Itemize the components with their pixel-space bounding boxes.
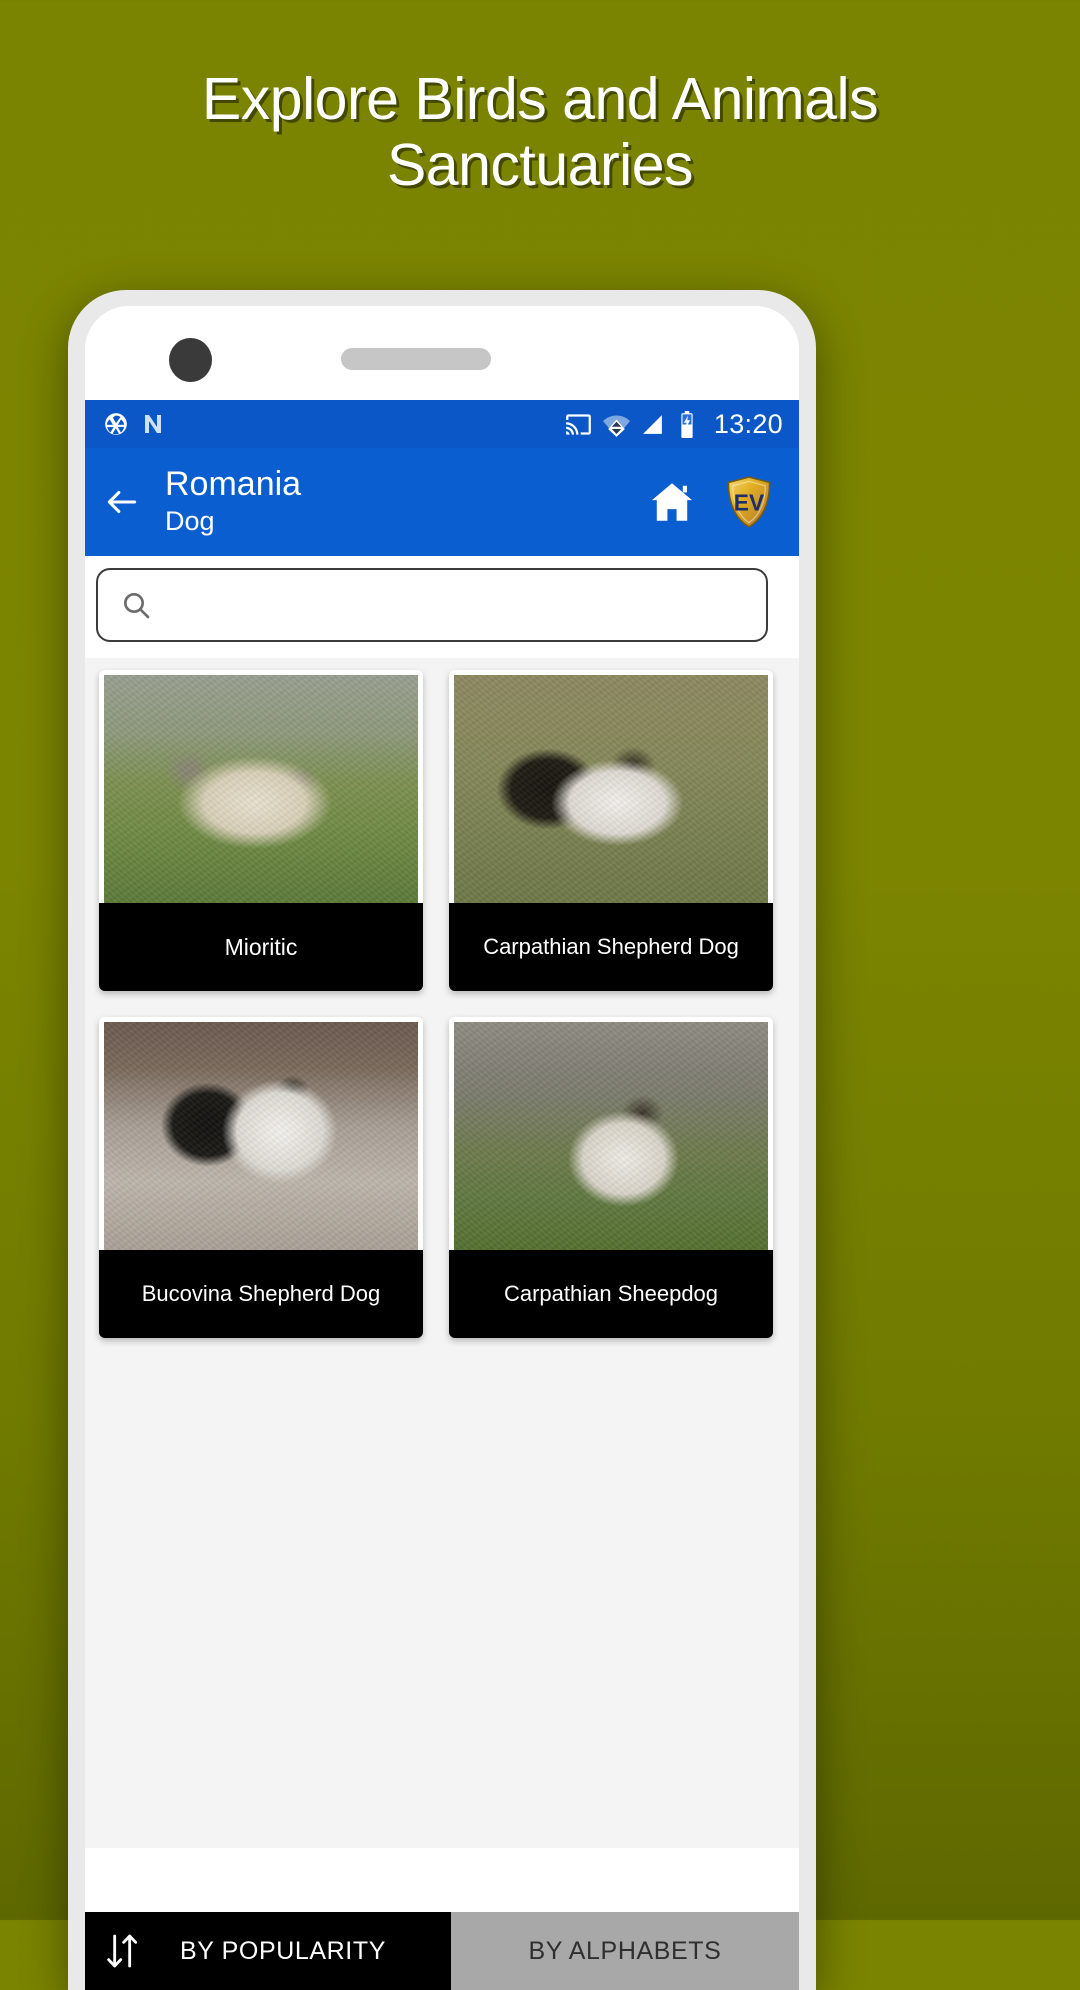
card-photo	[104, 675, 418, 903]
tab-by-alphabets[interactable]: BY ALPHABETS	[451, 1912, 799, 1990]
sort-arrows-icon	[103, 1929, 143, 1973]
app-bar: Romania Dog EV	[85, 448, 799, 556]
status-bar-left-icons	[85, 411, 165, 437]
results-grid: Mioritic Carpathian Shepherd Dog Bucovin…	[85, 658, 799, 1338]
shield-logo-text: EV	[734, 490, 765, 516]
photo-texture	[104, 675, 418, 903]
status-bar-right-icons: 13:20	[565, 409, 799, 440]
battery-charging-icon	[677, 410, 697, 438]
shield-logo-icon[interactable]: EV	[725, 476, 773, 528]
list-item[interactable]: Carpathian Sheepdog	[449, 1017, 773, 1338]
wifi-icon	[602, 411, 630, 438]
card-label: Bucovina Shepherd Dog	[99, 1250, 423, 1338]
list-item[interactable]: Carpathian Shepherd Dog	[449, 670, 773, 991]
search-input[interactable]	[166, 589, 730, 621]
status-bar-clock: 13:20	[713, 408, 783, 439]
headline-line-2: Sanctuaries	[386, 132, 694, 199]
phone-mockup: 13:20 Romania Dog EV Mioritic Carpathian…	[68, 290, 816, 1990]
phone-top-bezel	[85, 306, 799, 400]
back-button[interactable]	[85, 483, 159, 521]
nfc-icon	[141, 412, 165, 436]
results-grid-container: Mioritic Carpathian Shepherd Dog Bucovin…	[85, 658, 799, 1848]
front-camera-icon	[169, 338, 212, 382]
list-item[interactable]: Bucovina Shepherd Dog	[99, 1017, 423, 1338]
app-bar-actions: EV	[647, 476, 799, 528]
page-title: Explore Birds and Animals Sanctuaries	[0, 66, 1080, 198]
signal-icon	[641, 412, 666, 437]
tab-by-popularity[interactable]: BY POPULARITY	[85, 1912, 451, 1990]
earpiece-speaker	[341, 348, 491, 370]
search-box[interactable]	[96, 568, 768, 642]
app-bar-title: Romania	[165, 464, 302, 503]
card-label: Carpathian Sheepdog	[449, 1250, 773, 1338]
card-label: Mioritic	[99, 903, 423, 991]
search-icon	[120, 589, 152, 621]
app-bar-titles: Romania Dog	[165, 466, 301, 539]
app-bar-subtitle: Dog	[165, 505, 215, 536]
status-bar: 13:20	[85, 400, 799, 448]
tab-by-popularity-label: BY POPULARITY	[179, 1936, 387, 1965]
card-photo	[454, 675, 768, 903]
cast-icon	[565, 411, 592, 438]
card-label: Carpathian Shepherd Dog	[449, 903, 773, 991]
phone-screen: 13:20 Romania Dog EV Mioritic Carpathian…	[85, 306, 799, 1990]
photo-texture	[454, 1022, 768, 1250]
list-item[interactable]: Mioritic	[99, 670, 423, 991]
tab-by-alphabets-label: BY ALPHABETS	[528, 1936, 722, 1965]
card-photo	[454, 1022, 768, 1250]
back-arrow-icon	[103, 483, 141, 521]
headline-line-1: Explore Birds and Animals	[201, 66, 879, 132]
sort-tab-bar: BY POPULARITY BY ALPHABETS	[85, 1912, 799, 1990]
card-photo	[104, 1022, 418, 1250]
search-bar-container	[85, 556, 799, 658]
camera-shutter-icon	[103, 411, 129, 437]
photo-texture	[454, 675, 768, 903]
home-icon[interactable]	[647, 477, 697, 527]
photo-texture	[104, 1022, 418, 1250]
